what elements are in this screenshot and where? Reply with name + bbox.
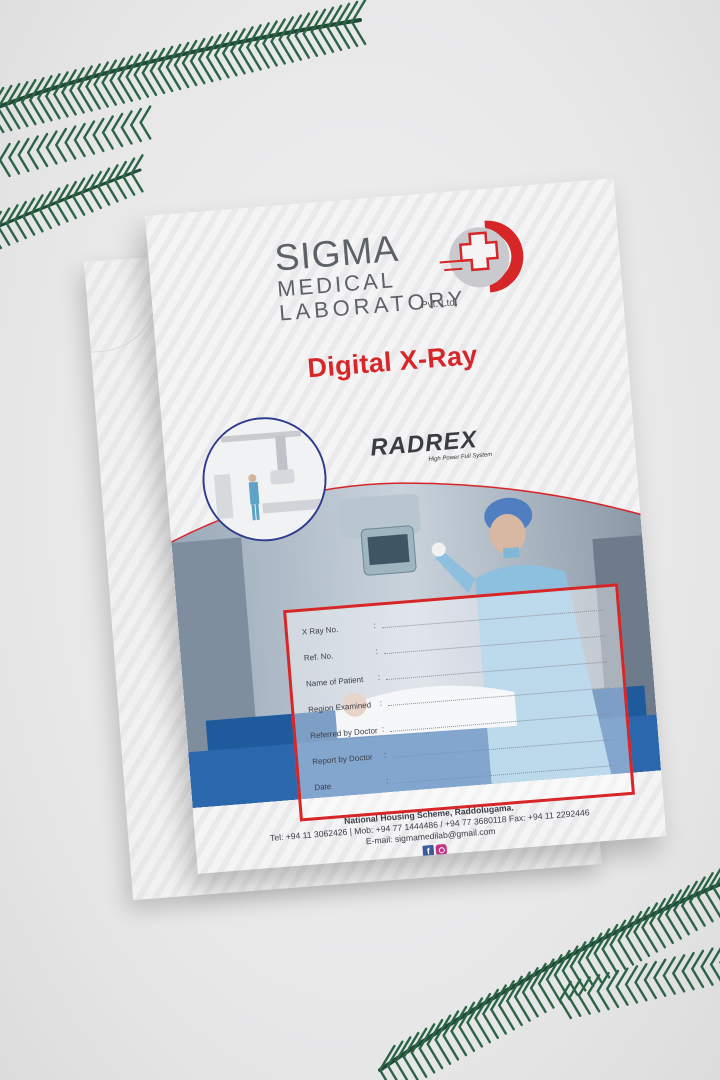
form-label: Date [314, 781, 332, 793]
form-label: Report by Doctor [311, 752, 373, 767]
form-row-xray-no: X Ray No. : [301, 609, 604, 642]
instagram-icon [435, 843, 448, 856]
form-row-region-examined: Region Examined : [307, 687, 610, 719]
form-row-report-by: Report by Doctor : [311, 739, 614, 772]
form-row-ref-no: Ref. No. : [303, 635, 606, 667]
form-label: X Ray No. [301, 624, 339, 637]
form-row-referred-by: Referred by Doctor : [309, 713, 612, 745]
facebook-icon: f [422, 844, 435, 857]
form-label: Referred by Doctor [309, 726, 378, 741]
form-label: Name of Patient [305, 675, 364, 689]
form-label: Ref. No. [303, 651, 334, 663]
photo-scene: SIGMA MEDICAL LABORATORY Pvt. Ltd. Digit… [0, 0, 720, 1080]
form-row-date: Date : [314, 765, 616, 797]
medical-cross-logo-icon [439, 220, 524, 293]
xray-envelope-front: SIGMA MEDICAL LABORATORY Pvt. Ltd. Digit… [145, 178, 667, 874]
patient-details-form: X Ray No. : Ref. No. : Name of Patient :… [283, 583, 635, 822]
form-row-patient-name: Name of Patient : [305, 661, 608, 694]
form-label: Region Examined [307, 700, 372, 715]
